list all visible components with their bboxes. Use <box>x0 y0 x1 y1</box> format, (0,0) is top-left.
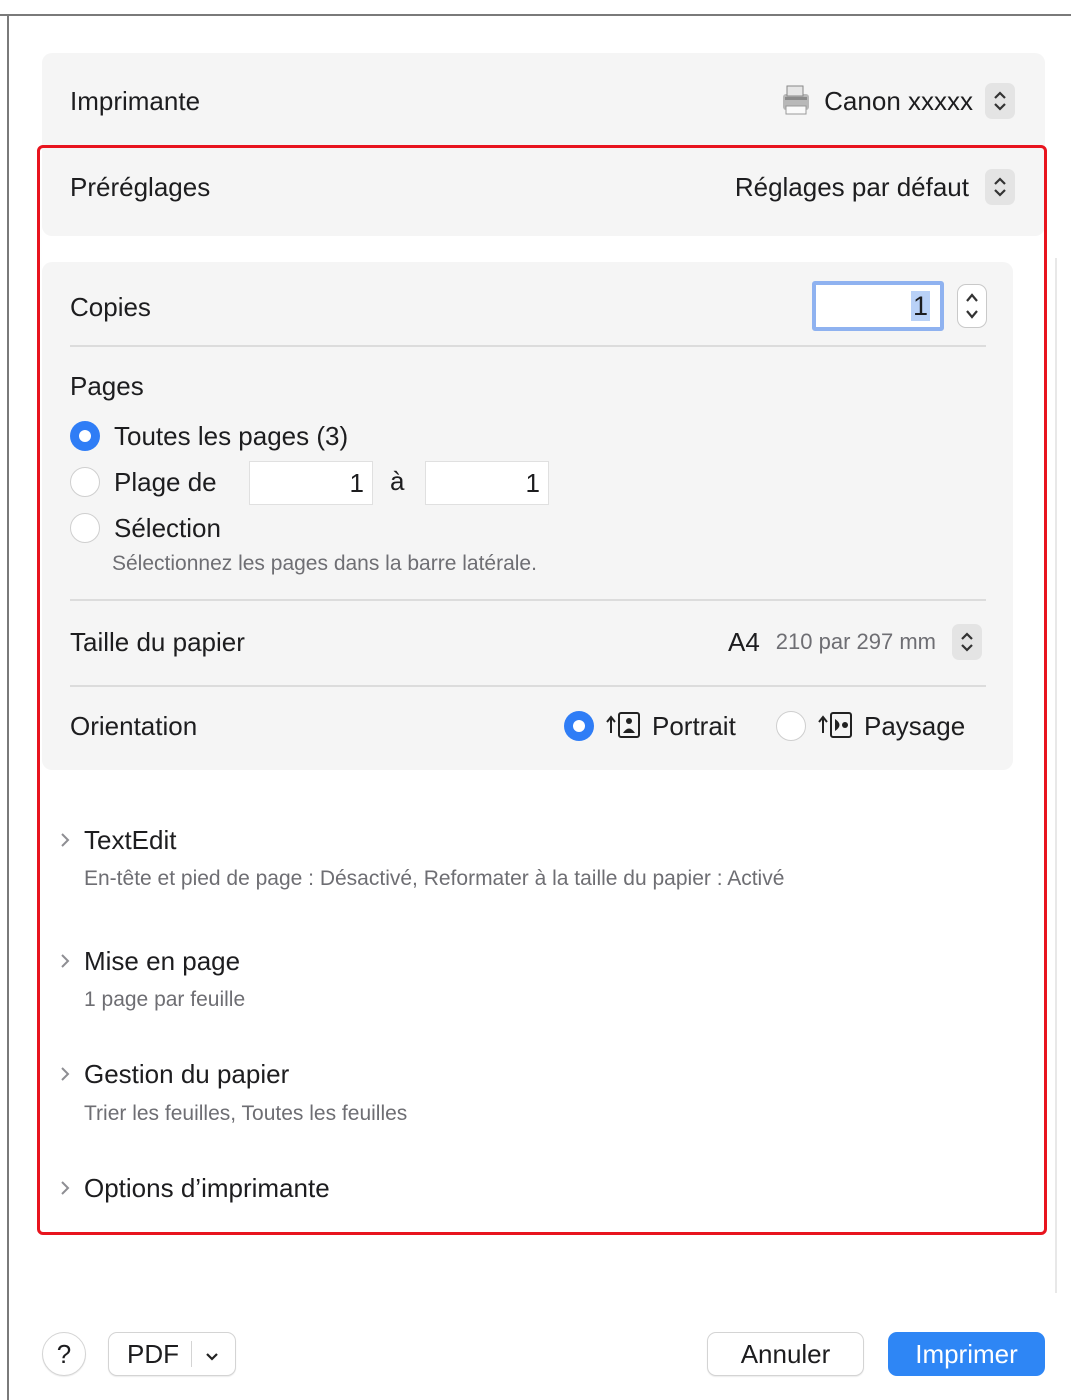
help-button[interactable]: ? <box>42 1332 86 1376</box>
printer-label: Imprimante <box>70 85 201 116</box>
print-label: Imprimer <box>915 1338 1018 1369</box>
printer-popup[interactable]: Canon xxxxx <box>780 82 1015 121</box>
chevron-down-icon <box>204 1339 220 1370</box>
printer-value: Canon xxxxx <box>824 85 973 116</box>
window-left-border <box>7 14 9 1400</box>
window-top-border <box>0 14 1071 16</box>
highlight-box <box>37 145 1047 1235</box>
printer-row: Imprimante Canon xxxxx <box>70 80 1015 122</box>
print-button[interactable]: Imprimer <box>888 1332 1045 1376</box>
pdf-label: PDF <box>127 1338 179 1369</box>
printer-icon <box>780 82 812 121</box>
pdf-separator <box>191 1341 192 1367</box>
cancel-button[interactable]: Annuler <box>707 1332 864 1376</box>
sidebar-separator <box>1055 258 1057 1293</box>
help-label: ? <box>56 1338 72 1369</box>
updown-arrows-icon <box>985 83 1015 119</box>
cancel-label: Annuler <box>740 1338 831 1369</box>
pdf-menu-button[interactable]: PDF <box>108 1332 236 1376</box>
